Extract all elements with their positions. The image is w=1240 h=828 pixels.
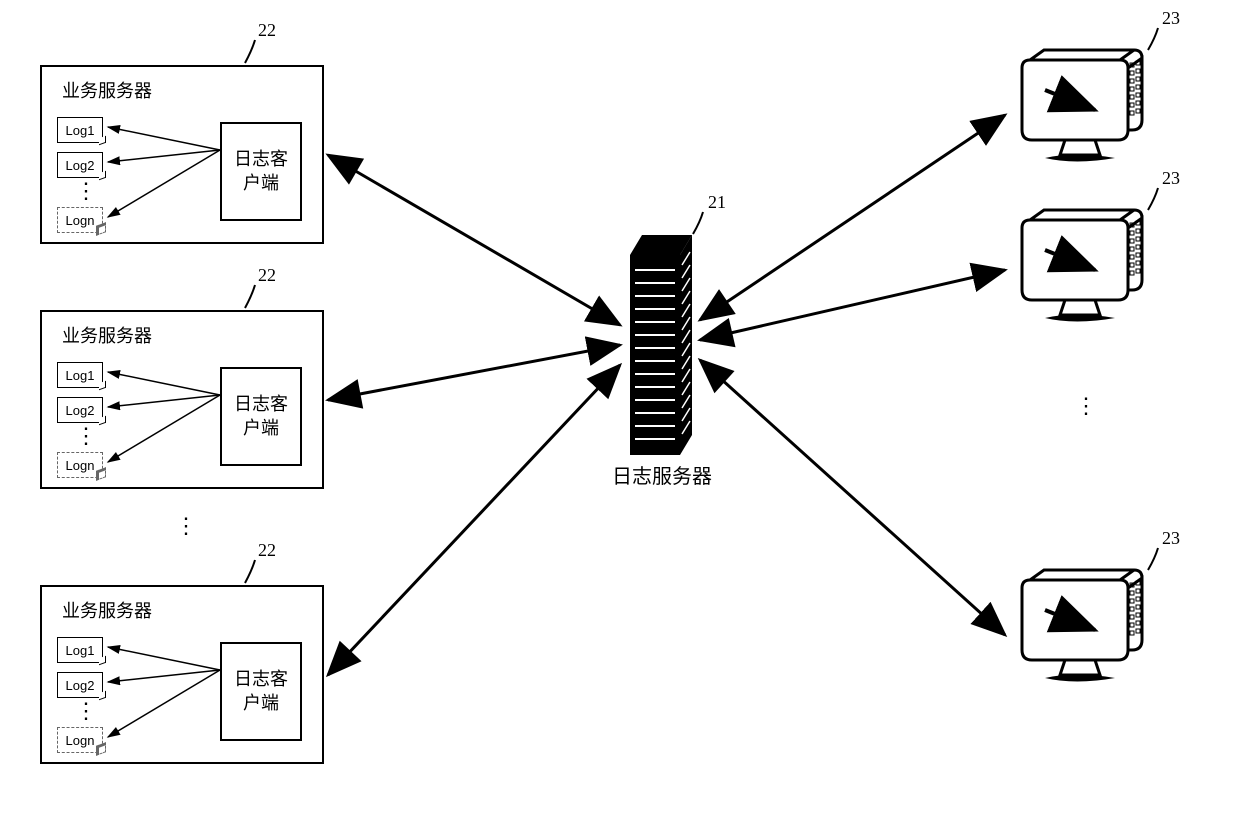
vertical-dots: ⋮	[75, 185, 97, 196]
business-server-title: 业务服务器	[62, 77, 152, 103]
log-file-label: Log1	[66, 368, 95, 383]
business-server-box-3: 业务服务器 日志客 户端 Log1 Log2 Logn ⋮	[40, 585, 324, 764]
log-file-1: Log1	[57, 362, 103, 388]
log-file-n: Logn	[57, 727, 103, 753]
log-file-label: Logn	[66, 458, 95, 473]
log-client-label: 日志客 户端	[234, 148, 288, 195]
business-server-box-2: 业务服务器 日志客 户端 Log1 Log2 Logn ⋮	[40, 310, 324, 489]
log-file-label: Log1	[66, 123, 95, 138]
log-file-2: Log2	[57, 152, 103, 178]
vertical-dots: ⋮	[1075, 400, 1097, 411]
ref-21: 21	[708, 192, 726, 213]
vertical-dots: ⋮	[75, 430, 97, 441]
business-server-box-1: 业务服务器 日志客 户端 Log1 Log2 Logn ⋮	[40, 65, 324, 244]
log-file-label: Log2	[66, 678, 95, 693]
business-server-title: 业务服务器	[62, 597, 152, 623]
ref-23a: 23	[1162, 8, 1180, 29]
log-file-label: Log1	[66, 643, 95, 658]
ref-22a: 22	[258, 20, 276, 41]
log-file-label: Logn	[66, 213, 95, 228]
ref-22c: 22	[258, 540, 276, 561]
log-file-n: Logn	[57, 207, 103, 233]
terminal-2	[1010, 195, 1160, 350]
vertical-dots: ⋮	[175, 520, 197, 531]
log-file-n: Logn	[57, 452, 103, 478]
log-client-box: 日志客 户端	[220, 122, 302, 221]
terminal-3	[1010, 555, 1160, 710]
log-file-1: Log1	[57, 117, 103, 143]
log-file-label: Logn	[66, 733, 95, 748]
terminal-1	[1010, 35, 1160, 190]
ref-23c: 23	[1162, 528, 1180, 549]
log-client-box: 日志客 户端	[220, 642, 302, 741]
ref-23b: 23	[1162, 168, 1180, 189]
vertical-dots: ⋮	[75, 705, 97, 716]
log-file-2: Log2	[57, 672, 103, 698]
log-file-label: Log2	[66, 158, 95, 173]
central-server-label: 日志服务器	[612, 460, 712, 489]
business-server-title: 业务服务器	[62, 322, 152, 348]
log-file-2: Log2	[57, 397, 103, 423]
log-client-label: 日志客 户端	[234, 393, 288, 440]
log-client-box: 日志客 户端	[220, 367, 302, 466]
log-file-1: Log1	[57, 637, 103, 663]
ref-22b: 22	[258, 265, 276, 286]
log-file-label: Log2	[66, 403, 95, 418]
log-client-label: 日志客 户端	[234, 668, 288, 715]
